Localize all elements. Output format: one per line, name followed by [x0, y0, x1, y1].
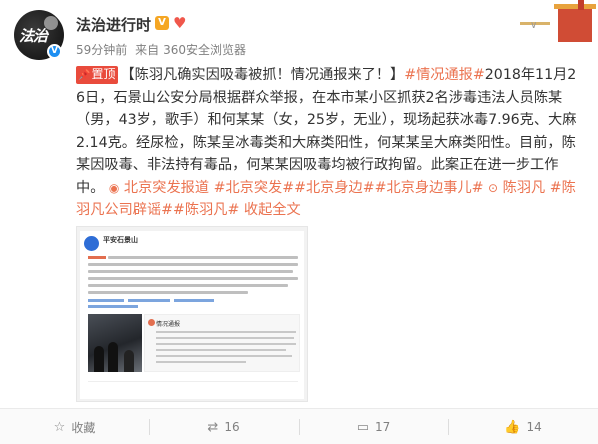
hashtag-link[interactable]: #北京身边事儿#	[375, 180, 484, 196]
header-decoration	[500, 0, 598, 42]
repost-icon: ⇄	[207, 419, 219, 435]
heart-icon[interactable]: ♥	[173, 14, 186, 32]
comment-icon: ▭	[356, 419, 369, 435]
star-icon: ☆	[53, 419, 66, 435]
comment-button[interactable]: ▭ 17	[299, 409, 448, 444]
avatar-logo-text: 法治	[19, 27, 48, 45]
post-meta: 59分钟前 来自 360安全浏览器	[76, 41, 250, 58]
screenshot-avatar	[84, 236, 99, 251]
favorite-button[interactable]: ☆ 收藏	[0, 409, 149, 444]
post-text: 📌置顶 【陈羽凡确实因吸毒被抓！情况通报来了！】#情况通报#2018年11月26日…	[76, 64, 584, 222]
level-badge-icon[interactable]: V	[155, 16, 169, 30]
person-link[interactable]: ⊙ 陈羽凡	[488, 180, 545, 196]
person-icon: ⊙	[488, 180, 499, 195]
repost-button[interactable]: ⇄ 16	[149, 409, 298, 444]
post-body: 2018年11月26日，石景山公安分局根据群众举报，在本市某小区抓获2名涉毒违法…	[76, 67, 577, 196]
hashtag-link[interactable]: #北京突发#	[214, 180, 295, 196]
post-time[interactable]: 59分钟前	[76, 43, 127, 57]
source-link[interactable]: 360安全浏览器	[163, 43, 246, 57]
verified-icon: V	[47, 44, 62, 59]
location-link[interactable]: ◉ 北京突发报道	[109, 180, 209, 196]
source-prefix: 来自	[135, 43, 160, 57]
chevron-down-icon[interactable]: ∨	[530, 20, 537, 31]
thumbs-up-icon: 👍	[504, 419, 521, 435]
screenshot-card: 平安石景山 情况通报	[80, 231, 304, 399]
hashtag-link[interactable]: #北京身边#	[294, 180, 375, 196]
post-title: 【陈羽凡确实因吸毒被抓！情况通报来了！】	[120, 67, 405, 83]
screenshot-username: 平安石景山	[103, 236, 138, 244]
hashtag-link[interactable]: #陈羽凡#	[173, 202, 239, 218]
pin-icon: 📌	[78, 70, 91, 81]
topic-tag[interactable]: #情况通报#	[404, 67, 485, 83]
screenshot-photo	[88, 314, 142, 372]
pinned-badge: 📌置顶	[76, 66, 119, 84]
action-bar: ☆ 收藏 ⇄ 16 ▭ 17 👍 14	[0, 408, 598, 444]
post-image[interactable]: 平安石景山 情况通报	[76, 226, 308, 402]
weibo-post-card: 法治 V 法治进行时 V ♥ 59分钟前 来自 360安全浏览器 ∨ 📌置顶 【陈羽…	[0, 0, 598, 444]
like-button[interactable]: 👍 14	[448, 409, 598, 444]
location-icon: ◉	[108, 180, 120, 195]
collapse-link[interactable]: 收起全文	[244, 202, 301, 218]
screenshot-doc-title: 情况通报	[156, 321, 181, 328]
username[interactable]: 法治进行时	[76, 14, 151, 35]
screenshot-doc: 情况通报	[144, 314, 300, 372]
